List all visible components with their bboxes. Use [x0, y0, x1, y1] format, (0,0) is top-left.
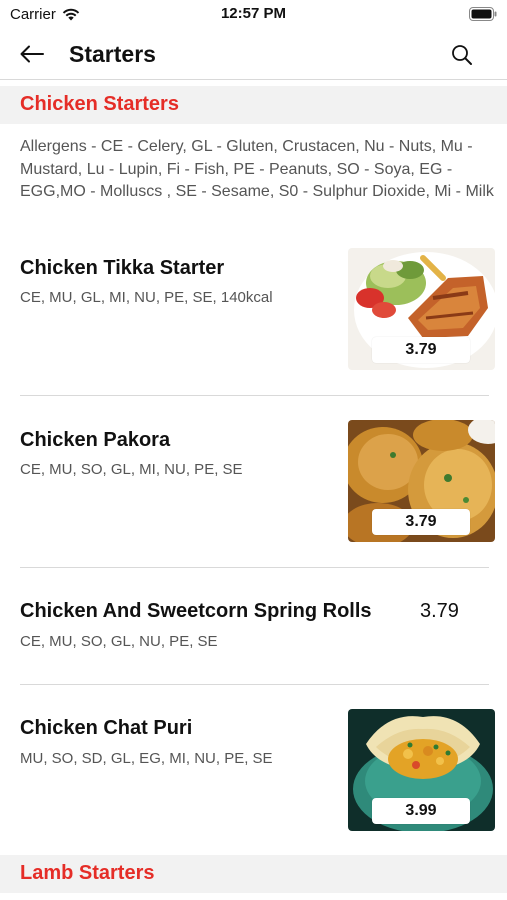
divider [20, 567, 489, 568]
item-name: Chicken And Sweetcorn Spring Rolls [20, 600, 372, 622]
back-arrow-icon [20, 45, 44, 63]
search-icon [452, 45, 472, 65]
price-tag: 3.79 [372, 337, 470, 363]
divider [20, 395, 489, 396]
price-tag: 3.79 [372, 509, 470, 535]
item-allergens: MU, SO, SD, GL, EG, MI, NU, PE, SE [20, 750, 273, 767]
search-button[interactable] [447, 40, 477, 70]
page-title: Starters [69, 41, 156, 67]
status-bar: Carrier 12:57 PM [0, 0, 507, 30]
item-allergens: CE, MU, SO, GL, NU, PE, SE [20, 633, 218, 650]
menu-item-chicken-pakora[interactable]: Chicken Pakora CE, MU, SO, GL, MI, NU, P… [0, 420, 507, 567]
back-button[interactable] [16, 40, 48, 68]
section-header-lamb-starters: Lamb Starters [0, 855, 507, 893]
item-allergens: CE, MU, GL, MI, NU, PE, SE, 140kcal [20, 289, 273, 306]
item-name: Chicken Chat Puri [20, 717, 193, 739]
price-tag: 3.99 [372, 798, 470, 824]
section-header-chicken-starters: Chicken Starters [0, 86, 507, 124]
menu-item-chicken-chat-puri[interactable]: Chicken Chat Puri MU, SO, SD, GL, EG, MI… [0, 709, 507, 831]
item-name: Chicken Pakora [20, 429, 171, 451]
navigation-bar: Starters [0, 30, 507, 80]
item-name: Chicken Tikka Starter [20, 257, 225, 279]
item-price: 3.79 [420, 600, 459, 622]
status-time: 12:57 PM [220, 5, 287, 22]
menu-item-chicken-tikka-starter[interactable]: Chicken Tikka Starter CE, MU, GL, MI, NU… [0, 248, 507, 395]
section-title: Chicken Starters [20, 93, 179, 115]
battery-icon [469, 7, 497, 26]
allergens-note: Allergens - CE - Celery, GL - Gluten, Cr… [20, 138, 494, 200]
menu-item-chicken-sweetcorn-spring-rolls[interactable]: Chicken And Sweetcorn Spring Rolls 3.79 … [0, 590, 507, 682]
divider [20, 684, 489, 685]
section-title: Lamb Starters [20, 862, 155, 884]
item-allergens: CE, MU, SO, GL, MI, NU, PE, SE [20, 461, 243, 478]
